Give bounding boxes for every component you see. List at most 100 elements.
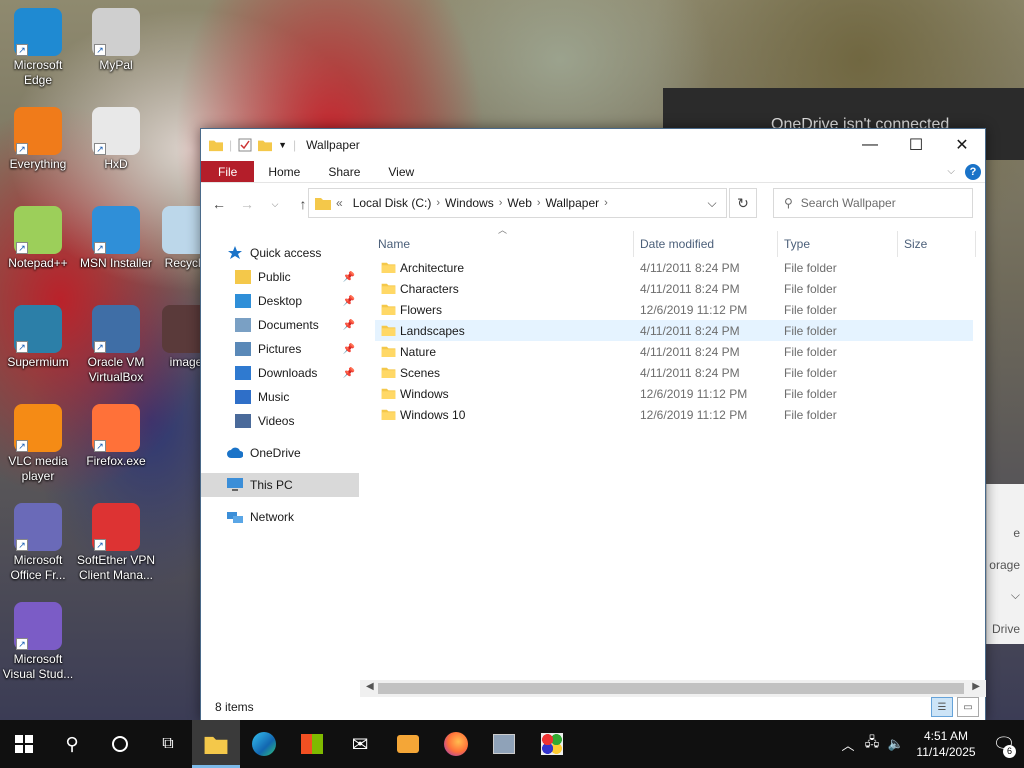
start-button[interactable] [0,720,48,768]
breadcrumb-overflow[interactable]: « [336,196,343,210]
scroll-left-icon[interactable]: ◀ [366,681,374,692]
minimize-button[interactable]: ― [847,130,893,160]
maximize-button[interactable]: ☐ [893,130,939,160]
tab-home[interactable]: Home [254,161,314,182]
column-divider[interactable] [777,231,778,257]
search-button[interactable]: ⚲ [48,720,96,768]
expand-ribbon-icon[interactable]: ⌵ [947,166,955,177]
taskbar-edge[interactable] [240,720,288,768]
column-divider[interactable] [975,231,976,257]
file-row[interactable]: Flowers 12/6/2019 11:12 PM File folder [375,299,973,320]
address-bar[interactable]: « Local Disk (C:) › Windows › Web › Wall… [308,188,727,218]
taskbar-firefox[interactable] [432,720,480,768]
pin-icon[interactable]: 📌 [343,296,355,307]
scroll-right-icon[interactable]: ▶ [972,681,980,692]
column-divider[interactable] [897,231,898,257]
pin-icon[interactable]: 📌 [343,320,355,331]
breadcrumb-windows[interactable]: Windows [445,196,494,210]
chevron-right-icon[interactable]: › [499,197,503,209]
desktop-shortcut[interactable]: ↗ Supermium [0,305,78,370]
nav-item-documents[interactable]: Documents 📌 [201,313,359,337]
nav-item-music[interactable]: Music [201,385,359,409]
nav-quick-access[interactable]: Quick access [201,241,359,265]
file-row[interactable]: Windows 10 12/6/2019 11:12 PM File folder [375,404,973,425]
file-row[interactable]: Scenes 4/11/2011 8:24 PM File folder [375,362,973,383]
properties-icon[interactable] [238,138,252,152]
desktop-shortcut[interactable]: ↗ HxD [76,107,156,172]
tab-file[interactable]: File [201,161,255,182]
address-dropdown-icon[interactable]: ⌵ [698,196,726,211]
folder-icon [381,367,396,378]
chevron-right-icon[interactable]: › [436,197,440,209]
recent-locations-icon[interactable]: ⌵ [265,199,285,210]
forward-button[interactable]: → [237,196,257,212]
desktop-shortcut[interactable]: ↗ Microsoft Edge [0,8,78,88]
file-row[interactable]: Characters 4/11/2011 8:24 PM File folder [375,278,973,299]
search-box[interactable]: ⚲ [773,188,973,218]
taskbar-mail[interactable]: ✉ [336,720,384,768]
file-row[interactable]: Architecture 4/11/2011 8:24 PM File folder [375,257,973,278]
qat-dropdown-icon[interactable]: ▼ [278,140,287,150]
file-row[interactable]: Landscapes 4/11/2011 8:24 PM File folder [375,320,973,341]
pin-icon[interactable]: 📌 [343,344,355,355]
refresh-button[interactable]: ↻ [729,188,757,218]
details-view-icon[interactable]: ☰ [931,697,953,717]
nav-this-pc[interactable]: This PC [201,473,359,497]
chevron-right-icon[interactable]: › [604,197,608,209]
taskbar-store[interactable] [288,720,336,768]
firefox-icon [444,732,468,756]
nav-item-public[interactable]: Public 📌 [201,265,359,289]
desktop-shortcut[interactable]: ↗ VLC media player [0,404,78,484]
breadcrumb-web[interactable]: Web [507,196,531,210]
taskbar-virtualbox[interactable] [480,720,528,768]
column-header-name[interactable]: Name ︿ [378,225,633,257]
desktop-shortcut[interactable]: ↗ Oracle VM VirtualBox [76,305,156,385]
back-button[interactable]: ← [209,196,229,212]
desktop-shortcut[interactable]: ↗ Firefox.exe [76,404,156,469]
nav-onedrive[interactable]: OneDrive [201,441,359,465]
nav-item-videos[interactable]: Videos [201,409,359,433]
nav-item-pictures[interactable]: Pictures 📌 [201,337,359,361]
desktop-shortcut[interactable]: ↗ MyPal [76,8,156,73]
breadcrumb-local-disk[interactable]: Local Disk (C:) [353,196,432,210]
volume-muted-icon[interactable]: 🔈 [884,736,908,752]
desktop-shortcut[interactable]: ↗ MSN Installer [76,206,156,271]
column-header-date[interactable]: Date modified [640,231,778,257]
search-input[interactable] [800,196,951,210]
close-button[interactable]: ✕ [939,130,985,160]
taskbar-media[interactable] [384,720,432,768]
large-icons-view-icon[interactable]: ▭ [957,697,979,717]
nav-item-downloads[interactable]: Downloads 📌 [201,361,359,385]
chevron-right-icon[interactable]: › [537,197,541,209]
desktop-shortcut[interactable]: ↗ Microsoft Visual Stud... [0,602,78,682]
help-icon[interactable]: ? [965,163,981,180]
scrollbar-thumb[interactable] [378,683,964,694]
clock[interactable]: 4:51 AM 11/14/2025 [908,728,984,760]
show-hidden-icons-icon[interactable]: ︿ [836,735,860,754]
desktop-shortcut[interactable]: ↗ SoftEther VPN Client Mana... [76,503,156,583]
nav-item-desktop[interactable]: Desktop 📌 [201,289,359,313]
new-folder-icon[interactable] [258,138,273,152]
tab-view[interactable]: View [374,161,428,182]
pin-icon[interactable]: 📌 [343,368,355,379]
file-row[interactable]: Nature 4/11/2011 8:24 PM File folder [375,341,973,362]
nav-network[interactable]: Network [201,505,359,529]
taskbar-softether[interactable] [528,720,576,768]
desktop-shortcut[interactable]: ↗ Everything [0,107,78,172]
file-type: File folder [784,365,837,380]
task-view-button[interactable]: ⧉ [144,720,192,768]
column-divider[interactable] [633,231,634,257]
file-row[interactable]: Windows 12/6/2019 11:12 PM File folder [375,383,973,404]
virtualbox-icon [493,734,515,754]
desktop-shortcut[interactable]: ↗ Microsoft Office Fr... [0,503,78,583]
pin-icon[interactable]: 📌 [343,272,355,283]
column-header-size[interactable]: Size [904,231,974,257]
tab-share[interactable]: Share [314,161,374,182]
cortana-button[interactable] [96,720,144,768]
taskbar-file-explorer[interactable] [192,720,240,768]
desktop-shortcut[interactable]: ↗ Notepad++ [0,206,78,271]
action-center-button[interactable]: 🗨 6 [984,720,1024,768]
breadcrumb-wallpaper[interactable]: Wallpaper [546,196,600,210]
column-header-type[interactable]: Type [784,231,894,257]
network-icon[interactable]: 🖧 [860,733,884,755]
